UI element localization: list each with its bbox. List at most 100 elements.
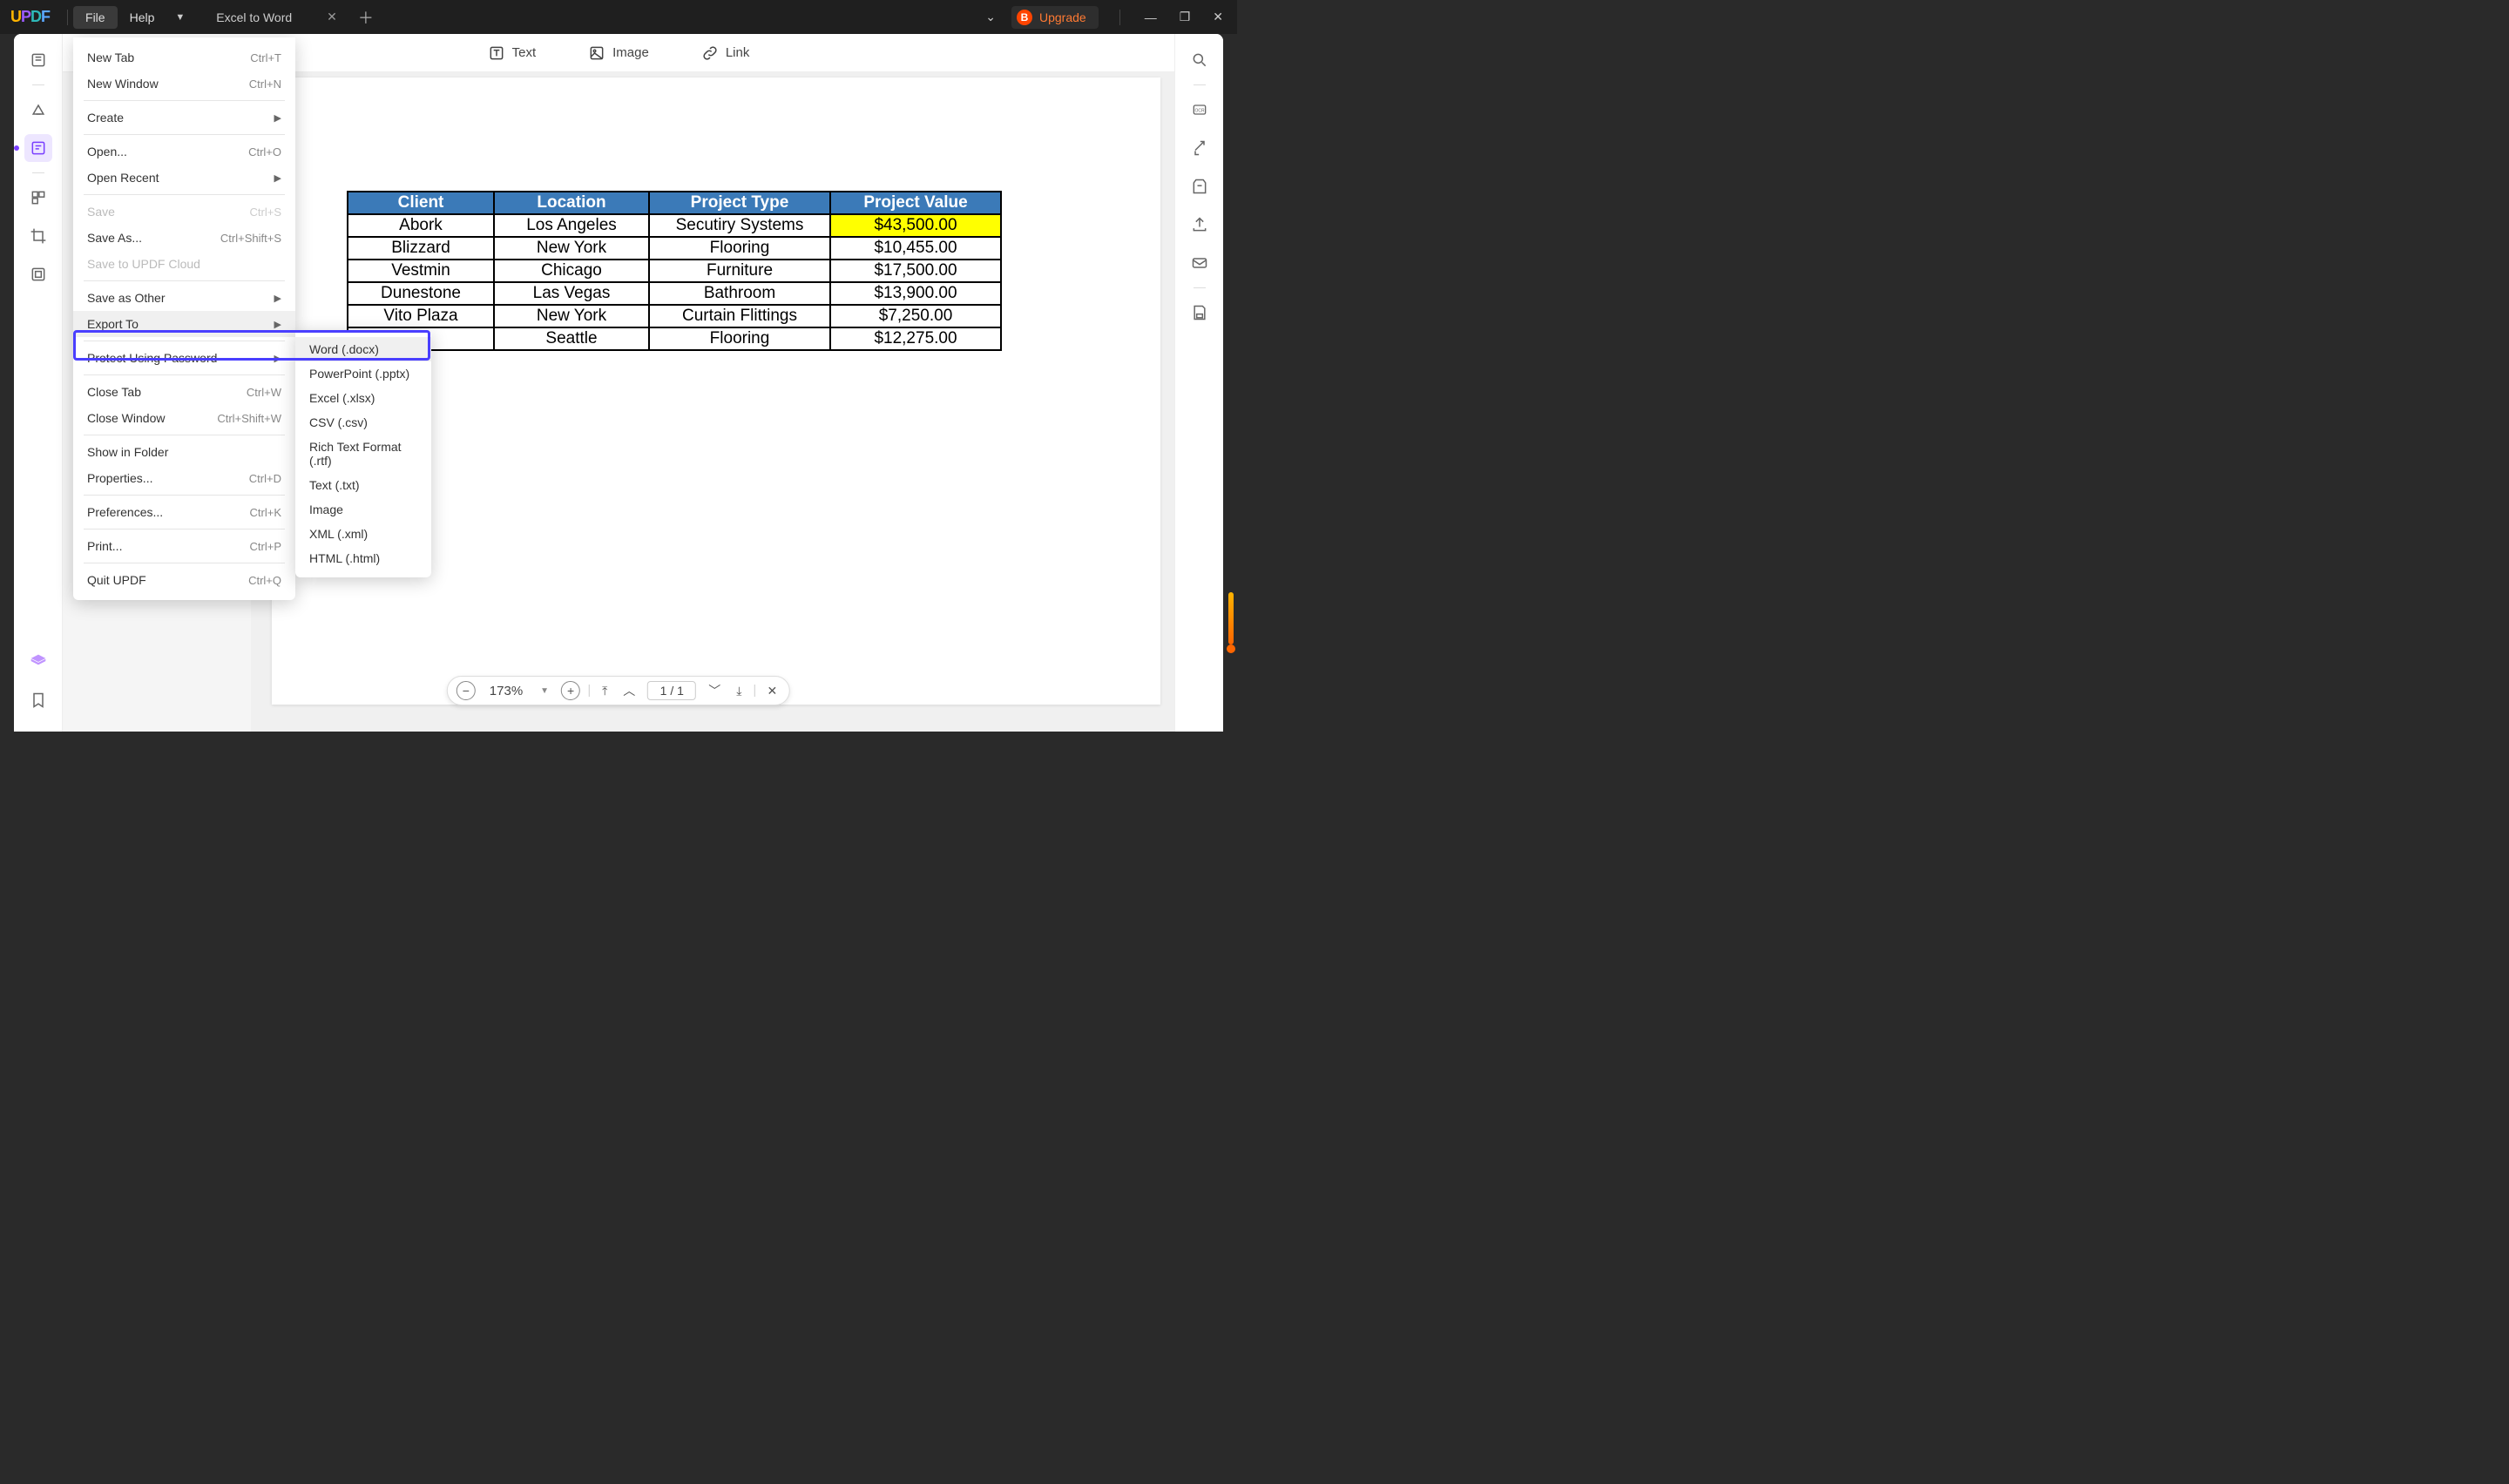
col-project-value: Project Value [830,192,1001,214]
table-cell: Bathroom [649,282,830,305]
menu-close-window[interactable]: Close WindowCtrl+Shift+W [73,405,295,431]
menu-print[interactable]: Print...Ctrl+P [73,533,295,559]
scroll-indicator[interactable] [1228,592,1234,644]
compress-icon[interactable] [1186,172,1214,200]
export-powerpoint[interactable]: PowerPoint (.pptx) [295,361,431,386]
col-client: Client [348,192,494,214]
export-word[interactable]: Word (.docx) [295,337,431,361]
chevron-down-icon[interactable]: ⌄ [985,10,996,24]
prev-page-icon[interactable]: ︿ [619,680,639,701]
page-indicator[interactable]: 1 / 1 [647,681,696,700]
separator [1194,84,1206,85]
export-image[interactable]: Image [295,497,431,522]
menu-export-to[interactable]: Export To▶ [73,311,295,337]
menu-file[interactable]: File [73,6,118,29]
table-cell: Las Vegas [494,282,649,305]
next-page-icon[interactable]: ﹀ [705,680,724,701]
last-page-icon[interactable]: ⤓ [733,682,745,700]
export-submenu: Word (.docx) PowerPoint (.pptx) Excel (.… [295,330,431,577]
new-tab-icon[interactable]: ＋ [358,6,374,29]
share-icon[interactable] [1186,211,1214,239]
zoom-dropdown-icon[interactable]: ▼ [537,685,552,698]
menu-dropdown-icon[interactable]: ▼ [166,12,193,23]
table-cell: Blizzard [348,237,494,260]
upgrade-button[interactable]: B Upgrade [1011,6,1099,29]
separator [1119,10,1120,25]
menu-save-as[interactable]: Save As...Ctrl+Shift+S [73,225,295,251]
tool-image[interactable]: Image [588,44,649,62]
image-icon [588,44,605,62]
first-page-icon[interactable]: ⤒ [599,682,611,700]
menu-save-other[interactable]: Save as Other▶ [73,285,295,311]
document-tab[interactable]: Excel to Word ✕ [204,4,349,30]
minimize-icon[interactable]: — [1141,10,1160,24]
separator [84,495,285,496]
close-controls-icon[interactable]: ✕ [763,682,781,700]
menu-new-window[interactable]: New WindowCtrl+N [73,71,295,97]
table-cell: Curtain Flittings [649,305,830,327]
menu-properties[interactable]: Properties...Ctrl+D [73,465,295,491]
menu-close-tab[interactable]: Close TabCtrl+W [73,379,295,405]
crop-tool-icon[interactable] [24,222,52,250]
upgrade-badge: B [1017,10,1032,25]
convert-icon[interactable] [1186,134,1214,162]
form-tool-icon[interactable] [24,260,52,288]
menu-create[interactable]: Create▶ [73,105,295,131]
menu-quit[interactable]: Quit UPDFCtrl+Q [73,567,295,593]
tool-link-label: Link [726,45,750,60]
menu-open-recent[interactable]: Open Recent▶ [73,165,295,191]
organize-tool-icon[interactable] [24,184,52,212]
close-window-icon[interactable]: ✕ [1209,10,1227,24]
menu-help[interactable]: Help [118,6,167,29]
app-logo: UPDF [10,8,50,26]
table-cell: $12,275.00 [830,327,1001,350]
zoom-page-controls: − 173% ▼ + ⤒ ︿ 1 / 1 ﹀ ⤓ ✕ [447,676,790,705]
export-html[interactable]: HTML (.html) [295,546,431,570]
search-icon[interactable] [1186,46,1214,74]
separator [84,374,285,375]
table-cell: $43,500.00 [830,214,1001,237]
zoom-in-button[interactable]: + [561,681,580,700]
maximize-icon[interactable]: ❐ [1176,10,1194,24]
export-rtf[interactable]: Rich Text Format (.rtf) [295,435,431,473]
menu-protect[interactable]: Protect Using Password▶ [73,345,295,371]
table-cell: Furniture [649,260,830,282]
bookmark-icon[interactable] [24,686,52,714]
table-cell: Los Angeles [494,214,649,237]
menu-show-folder[interactable]: Show in Folder [73,439,295,465]
text-icon [488,44,505,62]
highlight-tool-icon[interactable] [24,96,52,124]
save-icon[interactable] [1186,299,1214,327]
close-tab-icon[interactable]: ✕ [327,10,337,24]
export-excel[interactable]: Excel (.xlsx) [295,386,431,410]
zoom-out-button[interactable]: − [456,681,476,700]
separator [67,10,68,25]
edit-tool-icon[interactable] [24,134,52,162]
export-csv[interactable]: CSV (.csv) [295,410,431,435]
table-cell: $10,455.00 [830,237,1001,260]
table-cell: Secutiry Systems [649,214,830,237]
menu-new-tab[interactable]: New TabCtrl+T [73,44,295,71]
table-row: AborkLos AngelesSecutiry Systems$43,500.… [348,214,1001,237]
table-cell: New York [494,305,649,327]
reader-mode-icon[interactable] [24,46,52,74]
ocr-icon[interactable]: OCR [1186,96,1214,124]
table-row: BlizzardNew YorkFlooring$10,455.00 [348,237,1001,260]
scroll-handle[interactable] [1227,644,1235,653]
export-xml[interactable]: XML (.xml) [295,522,431,546]
layers-icon[interactable] [24,648,52,676]
table-cell: $17,500.00 [830,260,1001,282]
export-text[interactable]: Text (.txt) [295,473,431,497]
tool-text[interactable]: Text [488,44,537,62]
zoom-value: 173% [484,684,528,698]
separator [84,280,285,281]
table-row: VestminChicagoFurniture$17,500.00 [348,260,1001,282]
table-row: DunestoneLas VegasBathroom$13,900.00 [348,282,1001,305]
email-icon[interactable] [1186,249,1214,277]
tool-link[interactable]: Link [701,44,750,62]
separator [32,84,44,85]
menu-open[interactable]: Open...Ctrl+O [73,138,295,165]
spreadsheet-table: Client Location Project Type Project Val… [347,191,1002,351]
separator [84,529,285,530]
menu-preferences[interactable]: Preferences...Ctrl+K [73,499,295,525]
